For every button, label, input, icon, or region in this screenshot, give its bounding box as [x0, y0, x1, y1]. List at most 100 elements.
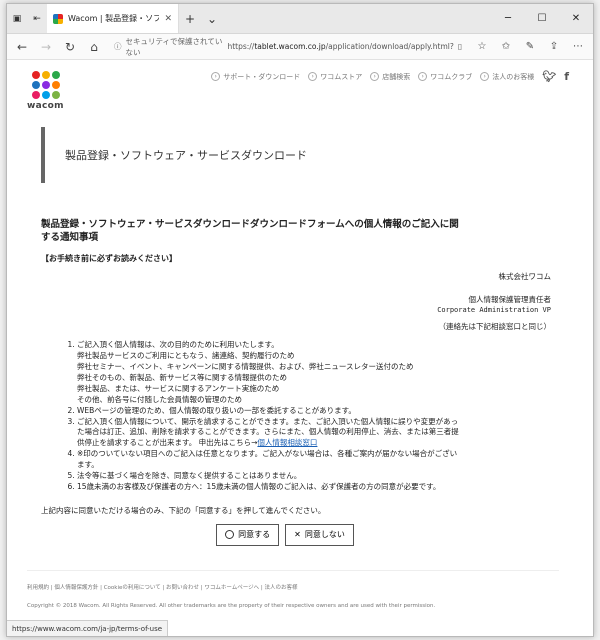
chevron-right-icon: ›: [308, 72, 318, 81]
browser-window: ▣ ⇤ Wacom | 製品登録・ソフ ✕ + ⌄ ─ ☐ ✕ ← → ↻ ⌂ …: [6, 3, 594, 637]
nav-label: 法人のお客様: [492, 72, 535, 81]
form-title: 製品登録・ソフトウェア・サービスダウンロードダウンロードフォームへの個人情報のご…: [41, 219, 459, 243]
new-tab-button[interactable]: +: [179, 4, 201, 33]
chevron-right-icon: ›: [480, 72, 490, 81]
agree-label: 同意する: [238, 530, 271, 540]
nav-label: ワコムストア: [320, 72, 363, 81]
term-item: ※印のついていない項目へのご記入は任意となります。ご記入がない場合は、各種ご案内…: [77, 449, 461, 471]
term-subitem: 弊社製品、または、サービスに関するアンケート実施のため: [77, 383, 280, 393]
nav-business[interactable]: › 法人のお客様: [480, 72, 534, 82]
consent-buttons: 同意する ✕ 同意しない: [11, 523, 559, 546]
copyright: Copyright © 2018 Wacom. All Rights Reser…: [27, 602, 436, 609]
terms-list: ご記入頂く個人情報は、次の目的のために利用いたします。弊社製品サービスのご利用に…: [41, 340, 461, 492]
back-button[interactable]: ←: [13, 40, 31, 54]
term-text: 法令等に基づく場合を除き、同意なく提供することはありません。: [77, 470, 302, 480]
term-item: ご記入頂く個人情報について、開示を請求することができます。また、ご記入頂いた個人…: [77, 417, 461, 450]
chevron-right-icon: ›: [370, 72, 380, 81]
logo-dot: [52, 81, 60, 89]
nav-store-search[interactable]: › 店舗検索: [370, 72, 410, 82]
nav-label: ワコムクラブ: [430, 72, 473, 81]
chevron-right-icon: ›: [211, 72, 221, 81]
security-warning: セキュリティで保護されていない: [125, 36, 223, 57]
more-menu-icon[interactable]: ⋯: [569, 41, 587, 52]
logo-dot: [42, 91, 50, 99]
url-path: /application/download/apply.html?: [325, 42, 454, 51]
tab-actions-icon[interactable]: ▣: [7, 4, 27, 33]
disagree-label: 同意しない: [304, 530, 345, 540]
share-icon[interactable]: ⇪: [545, 41, 563, 52]
tab-title: Wacom | 製品登録・ソフ: [68, 14, 160, 23]
term-item: ご記入頂く個人情報は、次の目的のために利用いたします。弊社製品サービスのご利用に…: [77, 340, 461, 405]
minimize-button[interactable]: ─: [491, 4, 525, 33]
term-item: 15歳未満のお客様及び保護者の方へ：15歳未満の個人情報のご記入は、必ず保護者の…: [77, 482, 461, 493]
logo-text: wacom: [27, 101, 64, 111]
favorite-star-icon[interactable]: ☆: [473, 41, 491, 52]
term-subitem: 弊社セミナー、イベント、キャンペーンに関する情報提供、および、弊社ニュースレター…: [77, 362, 414, 372]
active-tab[interactable]: Wacom | 製品登録・ソフ ✕: [47, 4, 179, 33]
term-subitem: 弊社製品サービスのご利用にともなう、諸連絡、契約履行のため: [77, 351, 295, 361]
nav-store[interactable]: › ワコムストア: [308, 72, 362, 82]
url-field[interactable]: ⓘ セキュリティで保護されていない https://tablet.wacom.c…: [109, 36, 467, 57]
tab-preview-chevron-icon[interactable]: ⌄: [201, 4, 223, 33]
forward-button[interactable]: →: [37, 40, 55, 54]
nav-support-download[interactable]: › サポート・ダウンロード: [211, 72, 300, 82]
status-url: https://www.wacom.com/ja-jp/terms-of-use: [12, 624, 163, 633]
title-bar: ▣ ⇤ Wacom | 製品登録・ソフ ✕ + ⌄ ─ ☐ ✕: [7, 4, 593, 34]
logo-dot: [52, 91, 60, 99]
term-subitem: 弊社そのもの、新製品、新サービス等に関する情報提供のため: [77, 373, 287, 383]
company-name: 株式会社ワコム: [498, 271, 552, 281]
reading-view-icon[interactable]: ▯: [458, 42, 462, 51]
term-text: 15歳未満のお客様及び保護者の方へ：15歳未満の個人情報のご記入は、必ず保護者の…: [77, 481, 441, 491]
circle-icon: [225, 530, 235, 540]
cross-icon: ✕: [294, 530, 301, 540]
logo-dot: [32, 81, 40, 89]
disagree-button[interactable]: ✕ 同意しない: [285, 523, 354, 546]
info-icon[interactable]: ⓘ: [114, 41, 122, 52]
logo-dot: [32, 71, 40, 79]
officer-title-en: Corporate Administration VP: [437, 306, 551, 315]
logo-dot: [42, 71, 50, 79]
notice-heading: 【お手続き前に必ずお読みください】: [41, 253, 177, 263]
term-item: WEBページの管理のため、個人情報の取り扱いの一部を委託することがあります。: [77, 406, 461, 417]
logo-dot: [32, 91, 40, 99]
url-scheme: https://: [227, 42, 255, 51]
refresh-button[interactable]: ↻: [61, 40, 79, 54]
term-subitem: その他、前各号に付随した会員情報の管理のため: [77, 394, 242, 404]
wacom-logo[interactable]: wacom: [27, 71, 67, 111]
web-note-icon[interactable]: ✎: [521, 41, 539, 52]
site-header: wacom › サポート・ダウンロード › ワコムストア › 店舗検索 › ワコムクラブ…: [27, 61, 569, 117]
top-navigation: › サポート・ダウンロード › ワコムストア › 店舗検索 › ワコムクラブ › 法人のお…: [211, 70, 569, 83]
agree-button[interactable]: 同意する: [216, 523, 280, 546]
close-tab-icon[interactable]: ✕: [164, 14, 172, 24]
nav-label: サポート・ダウンロード: [223, 72, 301, 81]
logo-dot: [52, 71, 60, 79]
agree-instruction: 上記内容に同意いただける場合のみ、下記の「同意する」を押して進んでください。: [41, 505, 326, 515]
site-footer: 利用規約 | 個人情報保護方針 | Cookieの利用について | お問い合わせ…: [27, 569, 559, 609]
contact-note: （連絡先は下記相談窓口と同じ）: [438, 321, 552, 331]
term-text: ご記入頂く個人情報は、次の目的のために利用いたします。: [77, 340, 279, 350]
favorites-hub-icon[interactable]: ✩: [497, 41, 515, 52]
url-host: tablet.wacom.co.jp: [254, 42, 326, 51]
chevron-right-icon: ›: [418, 72, 428, 81]
officer-title: 個人情報保護管理責任者: [468, 294, 552, 304]
footer-links[interactable]: 利用規約 | 個人情報保護方針 | Cookieの利用について | お問い合わせ…: [27, 583, 559, 591]
privacy-contact-link[interactable]: 個人情報相談窓口: [257, 438, 317, 447]
logo-dot: [42, 81, 50, 89]
term-text: ※印のついていない項目へのご記入は任意となります。ご記入がない場合は、各種ご案内…: [77, 449, 458, 470]
facebook-icon[interactable]: f: [564, 70, 569, 83]
maximize-button[interactable]: ☐: [525, 4, 559, 33]
close-window-button[interactable]: ✕: [559, 4, 593, 33]
home-button[interactable]: ⌂: [85, 40, 103, 54]
nav-label: 店舗検索: [382, 72, 411, 81]
twitter-icon[interactable]: 🐦︎: [542, 70, 556, 83]
address-bar: ← → ↻ ⌂ ⓘ セキュリティで保護されていない https://tablet…: [7, 34, 593, 60]
set-aside-tabs-icon[interactable]: ⇤: [27, 4, 47, 33]
page-banner: 製品登録・ソフトウェア・サービスダウンロード: [41, 127, 559, 183]
term-text: WEBページの管理のため、個人情報の取り扱いの一部を委託することがあります。: [77, 405, 356, 415]
page-title: 製品登録・ソフトウェア・サービスダウンロード: [65, 149, 307, 162]
status-bar: https://www.wacom.com/ja-jp/terms-of-use: [7, 620, 169, 636]
page-content: wacom › サポート・ダウンロード › ワコムストア › 店舗検索 › ワコムクラブ…: [7, 61, 593, 636]
nav-wacom-club[interactable]: › ワコムクラブ: [418, 72, 472, 82]
logo-dots: [32, 71, 67, 99]
wacom-favicon-icon: [53, 13, 63, 24]
